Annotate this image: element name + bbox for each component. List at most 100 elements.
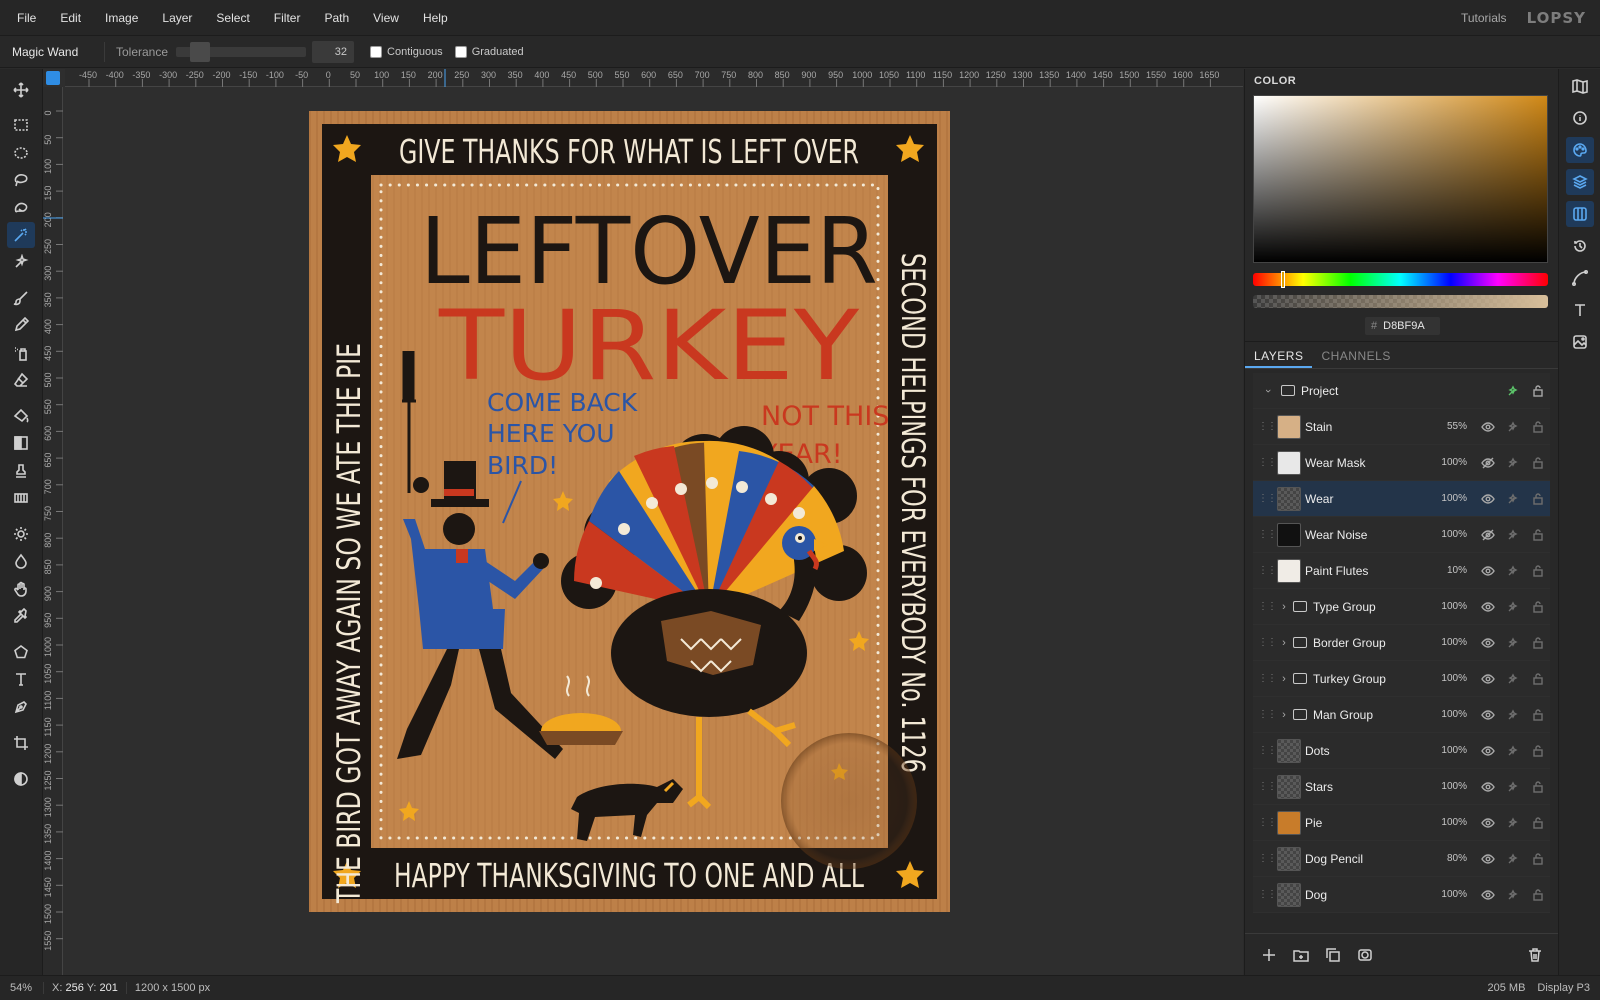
- lock-icon[interactable]: [1525, 636, 1550, 650]
- spray-tool[interactable]: [7, 340, 35, 366]
- drag-handle-icon[interactable]: ⋮⋮: [1257, 781, 1277, 792]
- layer-row[interactable]: ⋮⋮ Wear Mask 100%: [1253, 445, 1550, 481]
- layer-opacity[interactable]: 100%: [1431, 709, 1467, 720]
- color-panel-button[interactable]: [1566, 137, 1594, 163]
- eye-off-icon[interactable]: [1475, 528, 1500, 542]
- fx-icon[interactable]: [1500, 816, 1525, 830]
- fx-icon[interactable]: [1500, 384, 1525, 398]
- eye-off-icon[interactable]: [1475, 456, 1500, 470]
- layer-row[interactable]: ⋮⋮ › Border Group 100%: [1253, 625, 1550, 661]
- hue-slider-knob[interactable]: [1281, 271, 1285, 288]
- menu-image[interactable]: Image: [93, 0, 150, 36]
- layer-opacity[interactable]: 100%: [1431, 889, 1467, 900]
- menu-edit[interactable]: Edit: [48, 0, 93, 36]
- chevron-right-icon[interactable]: ›: [1277, 709, 1291, 721]
- menu-help[interactable]: Help: [411, 0, 460, 36]
- rect-select-tool[interactable]: [7, 112, 35, 138]
- tolerance-slider-knob[interactable]: [190, 41, 211, 62]
- menu-path[interactable]: Path: [312, 0, 361, 36]
- ellipse-select-tool[interactable]: [7, 140, 35, 166]
- lock-icon[interactable]: [1525, 600, 1550, 614]
- eye-icon[interactable]: [1475, 744, 1500, 758]
- fx-icon[interactable]: [1500, 456, 1525, 470]
- eye-icon[interactable]: [1475, 816, 1500, 830]
- tab-layers[interactable]: LAYERS: [1245, 342, 1313, 368]
- tolerance-input[interactable]: 32: [312, 40, 355, 63]
- polygon-lasso-tool[interactable]: [7, 195, 35, 221]
- hand-tool[interactable]: [7, 576, 35, 602]
- contiguous-checkbox[interactable]: Contiguous: [370, 45, 443, 58]
- dodge-tool[interactable]: [7, 521, 35, 547]
- layer-row[interactable]: ⋮⋮ Stars 100%: [1253, 769, 1550, 805]
- layer-row[interactable]: ⋮⋮ Pie 100%: [1253, 805, 1550, 841]
- layer-opacity[interactable]: 100%: [1431, 673, 1467, 684]
- lock-icon[interactable]: [1525, 888, 1550, 902]
- lock-icon[interactable]: [1525, 420, 1550, 434]
- drag-handle-icon[interactable]: ⋮⋮: [1257, 565, 1277, 576]
- menu-select[interactable]: Select: [204, 0, 261, 36]
- layer-row[interactable]: ⋮⋮ Stain 55%: [1253, 409, 1550, 445]
- fx-icon[interactable]: [1500, 780, 1525, 794]
- layer-opacity[interactable]: 100%: [1431, 637, 1467, 648]
- pencil-tool[interactable]: [7, 312, 35, 338]
- eye-icon[interactable]: [1475, 636, 1500, 650]
- layer-opacity[interactable]: 100%: [1431, 529, 1467, 540]
- fx-icon[interactable]: [1500, 564, 1525, 578]
- ruler-corner[interactable]: [46, 71, 60, 85]
- layer-row[interactable]: ⋮⋮ Dots 100%: [1253, 733, 1550, 769]
- contrast-tool[interactable]: [7, 766, 35, 792]
- layer-row[interactable]: ⋮⋮ › Turkey Group 100%: [1253, 661, 1550, 697]
- drag-handle-icon[interactable]: ⋮⋮: [1257, 601, 1277, 612]
- crop-tool[interactable]: [7, 730, 35, 756]
- fx-icon[interactable]: [1500, 744, 1525, 758]
- layer-row-project[interactable]: › Project: [1253, 373, 1550, 409]
- graduated-checkbox[interactable]: Graduated: [454, 45, 524, 58]
- layer-opacity[interactable]: 55%: [1431, 421, 1467, 432]
- eyedropper-tool[interactable]: [7, 603, 35, 629]
- pen-tool[interactable]: [7, 694, 35, 720]
- lock-icon[interactable]: [1525, 816, 1550, 830]
- gradient-tool[interactable]: [7, 430, 35, 456]
- lock-icon[interactable]: [1525, 852, 1550, 866]
- eye-icon[interactable]: [1475, 492, 1500, 506]
- alpha-slider[interactable]: [1253, 295, 1548, 308]
- layer-opacity[interactable]: 100%: [1431, 457, 1467, 468]
- layer-opacity[interactable]: 100%: [1431, 817, 1467, 828]
- burn-tool[interactable]: [7, 548, 35, 574]
- chevron-down-icon[interactable]: ›: [1262, 384, 1274, 398]
- drag-handle-icon[interactable]: ⋮⋮: [1257, 817, 1277, 828]
- menu-layer[interactable]: Layer: [150, 0, 204, 36]
- fx-icon[interactable]: [1500, 672, 1525, 686]
- eye-icon[interactable]: [1475, 600, 1500, 614]
- fx-icon[interactable]: [1500, 888, 1525, 902]
- layer-opacity[interactable]: 10%: [1431, 565, 1467, 576]
- drag-handle-icon[interactable]: ⋮⋮: [1257, 673, 1277, 684]
- fx-icon[interactable]: [1500, 600, 1525, 614]
- drag-handle-icon[interactable]: ⋮⋮: [1257, 853, 1277, 864]
- lock-icon[interactable]: [1525, 780, 1550, 794]
- canvas-area[interactable]: -450 -400 -350 -300 -250 -200 -150 -100 -50 0 50 10…: [43, 69, 1243, 975]
- layer-opacity[interactable]: 100%: [1431, 493, 1467, 504]
- magic-wand-tool[interactable]: [7, 222, 35, 248]
- mask-layer-button[interactable]: [1349, 941, 1381, 969]
- chevron-right-icon[interactable]: ›: [1277, 637, 1291, 649]
- layer-row[interactable]: ⋮⋮ Dog Pencil 80%: [1253, 841, 1550, 877]
- fx-icon[interactable]: [1500, 636, 1525, 650]
- layer-opacity[interactable]: 80%: [1431, 853, 1467, 864]
- drag-handle-icon[interactable]: ⋮⋮: [1257, 745, 1277, 756]
- layer-row[interactable]: ⋮⋮ › Man Group 100%: [1253, 697, 1550, 733]
- drag-handle-icon[interactable]: ⋮⋮: [1257, 889, 1277, 900]
- chevron-right-icon[interactable]: ›: [1277, 673, 1291, 685]
- layer-row[interactable]: ⋮⋮ Wear Noise 100%: [1253, 517, 1550, 553]
- pattern-tool[interactable]: [7, 485, 35, 511]
- bucket-tool[interactable]: [7, 403, 35, 429]
- tab-channels[interactable]: CHANNELS: [1312, 342, 1399, 368]
- menu-view[interactable]: View: [361, 0, 411, 36]
- lock-icon[interactable]: [1525, 528, 1550, 542]
- color-picker-field[interactable]: [1253, 95, 1548, 263]
- image-adjust-button[interactable]: [1566, 329, 1594, 355]
- eye-icon[interactable]: [1475, 780, 1500, 794]
- fx-icon[interactable]: [1500, 420, 1525, 434]
- drag-handle-icon[interactable]: ⋮⋮: [1257, 709, 1277, 720]
- graduated-checkbox-box[interactable]: [454, 45, 467, 58]
